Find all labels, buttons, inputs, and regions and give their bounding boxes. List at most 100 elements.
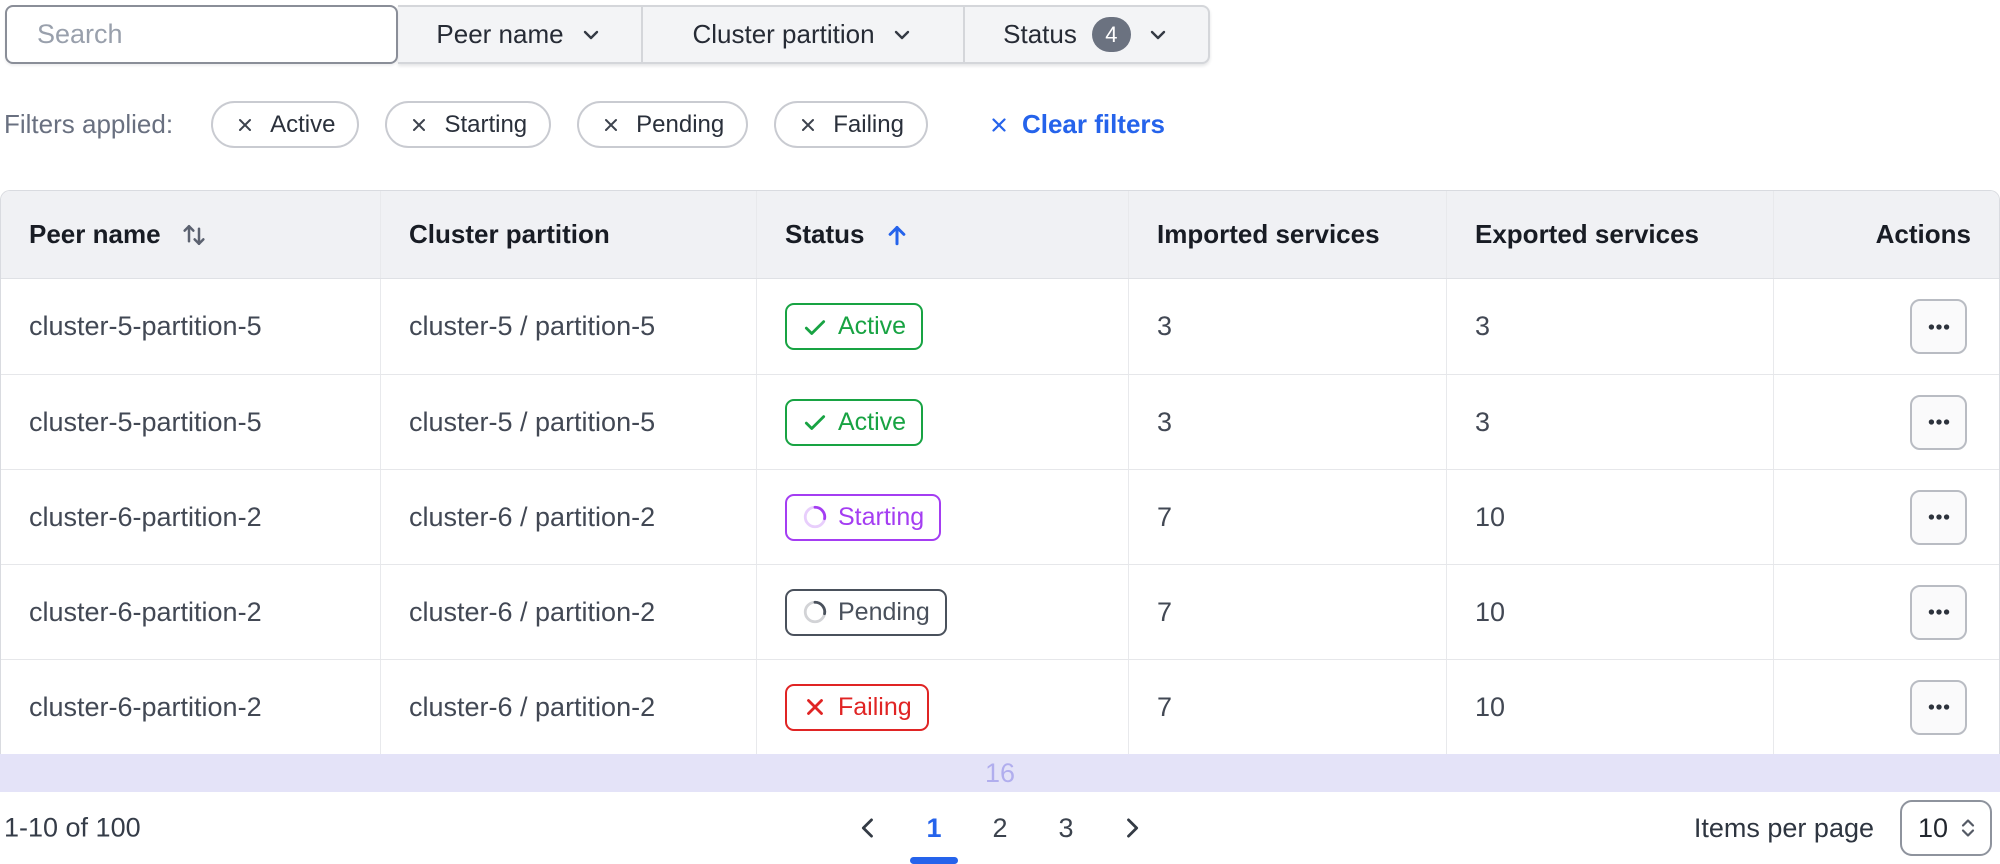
status-dropdown[interactable]: Status 4 [963,7,1208,62]
cell-actions [1773,470,1999,564]
filter-chip-failing[interactable]: Failing [774,101,928,148]
status-label: Starting [838,502,925,531]
remove-filter-icon[interactable] [798,115,818,135]
previous-page-button[interactable] [840,805,896,851]
status-label: Active [838,407,907,436]
remove-filter-icon[interactable] [601,115,621,135]
clear-filters-button[interactable]: Clear filters [988,109,1165,140]
table-row: cluster-6-partition-2 cluster-6 / partit… [1,564,1999,659]
status-count-badge: 4 [1091,17,1131,52]
cell-peer-name: cluster-6-partition-2 [29,691,262,722]
filter-chips: Active Starting Pending Failing [211,101,928,148]
items-per-page-select[interactable]: 10 [1900,800,1992,856]
cell-peer-name: cluster-6-partition-2 [29,596,262,627]
cell-cluster-partition: cluster-5 / partition-5 [380,375,756,469]
column-header-peer-name[interactable]: Peer name [1,191,380,278]
status-label: Failing [838,692,912,721]
clear-filters-label: Clear filters [1021,109,1166,139]
scroll-indicator-band: 16 [0,754,2000,792]
chip-label: Pending [636,110,725,138]
table-header-row: Peer name Cluster partition Status Impor… [1,191,1999,279]
chevron-down-icon [894,30,909,39]
table-row: cluster-5-partition-5 cluster-5 / partit… [1,374,1999,469]
ellipsis-icon [1928,419,1949,425]
dropdown-label: Cluster partition [692,19,875,49]
sort-ascending-icon[interactable] [882,220,912,250]
spinner-icon [803,505,827,529]
cell-exported-services: 10 [1446,660,1773,754]
page-button-3[interactable]: 3 [1038,805,1094,851]
status-badge: Failing [785,683,929,731]
search-box[interactable] [5,5,398,64]
pagination-footer: 1-10 of 100 1 2 3 Items per page 10 [0,792,2000,864]
x-icon [807,699,823,715]
cell-actions [1773,279,1999,374]
status-badge: Starting [785,493,942,541]
stepper-chevrons-icon [1961,819,1975,837]
dropdown-label: Peer name [436,19,564,49]
column-header-cluster-partition: Cluster partition [380,191,756,278]
column-label: Cluster partition [409,219,610,249]
cell-actions [1773,375,1999,469]
row-actions-button[interactable] [1910,584,1967,640]
chip-label: Starting [444,110,528,138]
page-button-1[interactable]: 1 [906,805,962,851]
column-header-actions: Actions [1773,191,1999,278]
cluster-partition-dropdown[interactable]: Cluster partition [641,7,963,62]
filter-chip-starting[interactable]: Starting [385,101,552,148]
peer-name-dropdown[interactable]: Peer name [398,7,641,62]
chevron-down-icon [1150,30,1166,39]
chevron-left-icon [861,818,873,838]
row-actions-button[interactable] [1910,299,1967,354]
next-page-button[interactable] [1104,805,1160,851]
ellipsis-icon [1928,704,1949,710]
remove-filter-icon[interactable] [235,115,255,135]
chevron-down-icon [583,30,598,39]
cell-peer-name: cluster-6-partition-2 [29,501,262,532]
filter-toolbar: Peer name Cluster partition Status 4 [5,5,1210,64]
status-badge: Active [785,398,924,446]
cell-status: Starting [756,470,1128,564]
cell-imported-services: 7 [1128,660,1446,754]
row-actions-button[interactable] [1910,394,1967,450]
cell-imported-services: 3 [1128,375,1446,469]
remove-filter-icon[interactable] [409,115,429,135]
cell-status: Active [756,375,1128,469]
filter-chip-active[interactable]: Active [211,101,360,148]
table-row: cluster-6-partition-2 cluster-6 / partit… [1,469,1999,564]
ellipsis-icon [1928,514,1949,520]
page-range-label: 1-10 of 100 [4,812,141,843]
cell-exported-services: 10 [1446,565,1773,659]
column-label: Exported services [1475,219,1700,249]
items-per-page-value: 10 [1918,812,1949,843]
column-label: Status [785,219,865,249]
cell-cluster-partition: cluster-6 / partition-2 [380,470,756,564]
cell-cluster-partition: cluster-6 / partition-2 [380,660,756,754]
cell-status: Active [756,279,1128,374]
dropdown-label: Status [1003,19,1077,49]
chip-label: Active [270,110,336,138]
cell-cluster-partition: cluster-6 / partition-2 [380,565,756,659]
ellipsis-icon [1928,609,1949,615]
cell-exported-services: 3 [1446,279,1773,374]
table-row: cluster-5-partition-5 cluster-5 / partit… [1,279,1999,374]
cell-status: Failing [756,660,1128,754]
status-badge: Pending [785,588,947,636]
column-label: Imported services [1157,219,1380,249]
check-icon [804,415,826,430]
sort-both-icon[interactable] [179,220,209,250]
cell-peer-name: cluster-5-partition-5 [29,406,262,437]
cell-exported-services: 10 [1446,470,1773,564]
column-header-status[interactable]: Status [756,191,1128,278]
row-actions-button[interactable] [1910,489,1967,545]
cell-imported-services: 7 [1128,565,1446,659]
row-actions-button[interactable] [1910,679,1967,735]
page-button-2[interactable]: 2 [972,805,1028,851]
check-icon [804,319,826,335]
search-input[interactable] [37,19,391,50]
table-row: cluster-6-partition-2 cluster-6 / partit… [1,659,1999,754]
pager: 1 2 3 [840,792,1160,864]
chip-label: Failing [833,110,904,138]
cell-actions [1773,565,1999,659]
filter-chip-pending[interactable]: Pending [577,101,749,148]
